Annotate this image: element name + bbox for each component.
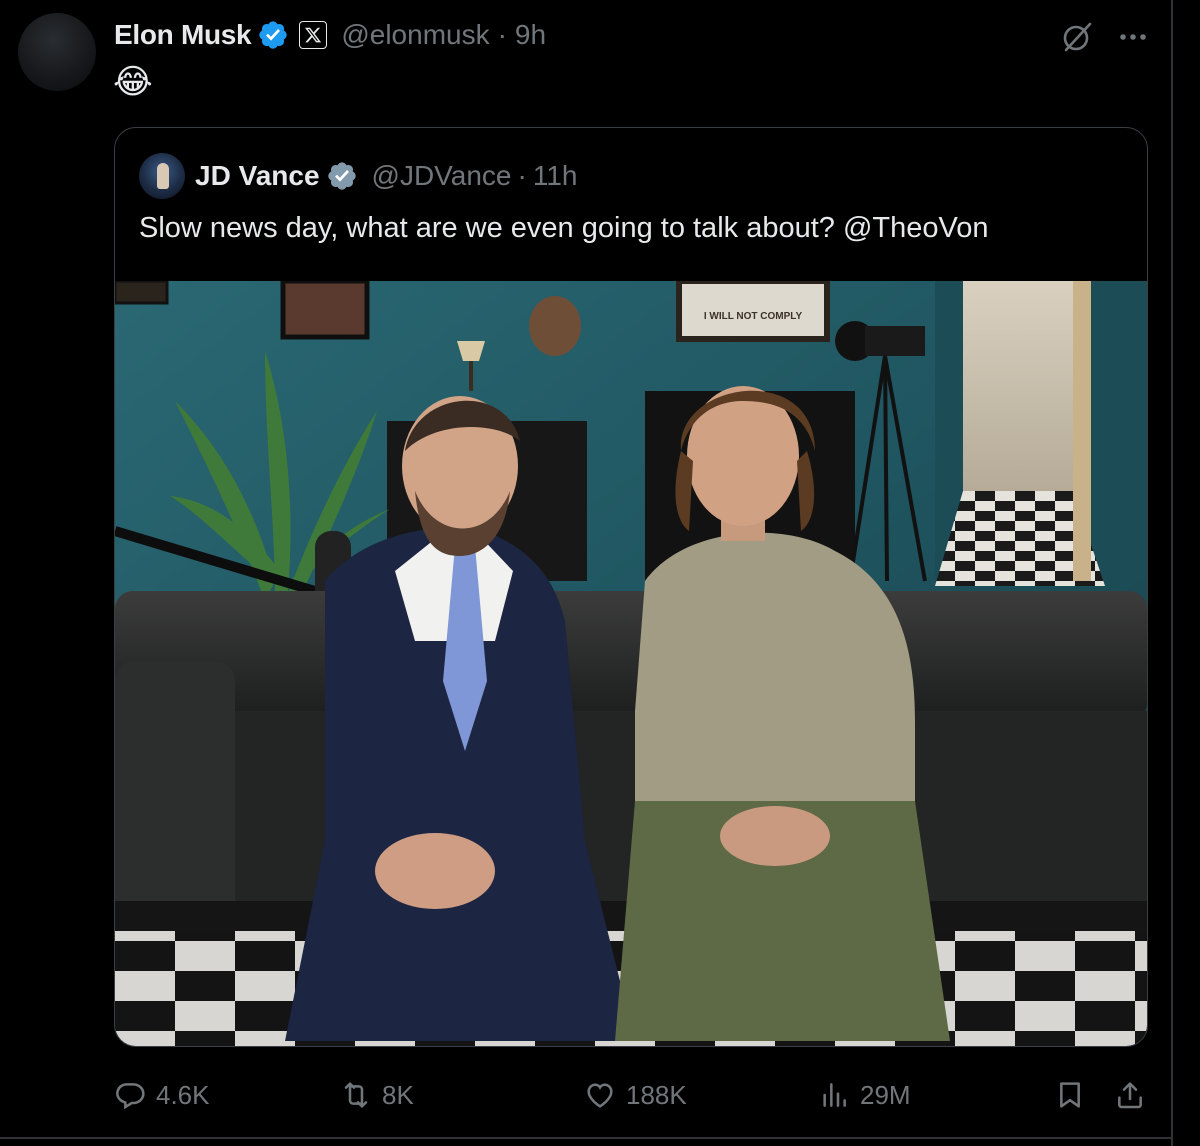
post-actions: 4.6K 8K 188K 29M xyxy=(0,1071,1171,1119)
views-count: 29M xyxy=(860,1079,911,1110)
separator: · xyxy=(497,19,507,50)
more-icon[interactable] xyxy=(1094,22,1148,52)
share-button[interactable] xyxy=(1114,1071,1146,1119)
like-icon xyxy=(584,1079,616,1111)
views-icon xyxy=(818,1079,850,1111)
quoted-author-avatar[interactable] xyxy=(139,153,185,199)
wall-sign-text: I WILL NOT COMPLY xyxy=(704,311,803,322)
views-button[interactable]: 29M xyxy=(818,1071,911,1119)
quoted-author-handle[interactable]: @JDVance xyxy=(372,160,512,192)
header-actions xyxy=(1060,20,1148,54)
quoted-post-header: JD Vance @JDVance · 11h xyxy=(139,152,577,200)
author-handle[interactable]: @elonmusk xyxy=(341,19,489,51)
share-icon xyxy=(1114,1079,1146,1111)
quoted-post-photo[interactable]: I WILL NOT COMPLY xyxy=(115,281,1147,1046)
bookmark-button[interactable] xyxy=(1054,1071,1086,1119)
quoted-post-time[interactable]: 11h xyxy=(533,160,578,192)
verified-badge-icon[interactable] xyxy=(326,160,358,192)
author-name[interactable]: Elon Musk xyxy=(114,19,252,51)
verified-badge-icon[interactable] xyxy=(257,19,289,51)
timeline-right-border xyxy=(1171,0,1173,1146)
like-count: 188K xyxy=(626,1079,687,1110)
reply-icon xyxy=(114,1079,146,1111)
post-text: 😂 xyxy=(113,63,153,101)
bookmark-icon xyxy=(1054,1079,1086,1111)
repost-count: 8K xyxy=(382,1079,414,1110)
repost-button[interactable]: 8K xyxy=(340,1071,414,1119)
post-header: Elon Musk @elonmusk · 9h xyxy=(114,14,546,56)
quoted-post-text: Slow news day, what are we even going to… xyxy=(139,212,989,244)
grok-icon[interactable] xyxy=(1060,20,1094,54)
post-divider xyxy=(0,1137,1171,1139)
quoted-post[interactable]: JD Vance @JDVance · 11h Slow news day, w… xyxy=(114,127,1148,1047)
like-button[interactable]: 188K xyxy=(584,1071,687,1119)
quoted-author-name[interactable]: JD Vance xyxy=(195,160,320,192)
reply-button[interactable]: 4.6K xyxy=(114,1071,210,1119)
x-logo-icon[interactable] xyxy=(299,21,328,49)
separator: · xyxy=(517,160,527,191)
author-avatar[interactable] xyxy=(18,13,96,91)
post-time[interactable]: 9h xyxy=(515,19,546,51)
repost-icon xyxy=(340,1079,372,1111)
reply-count: 4.6K xyxy=(156,1079,210,1110)
